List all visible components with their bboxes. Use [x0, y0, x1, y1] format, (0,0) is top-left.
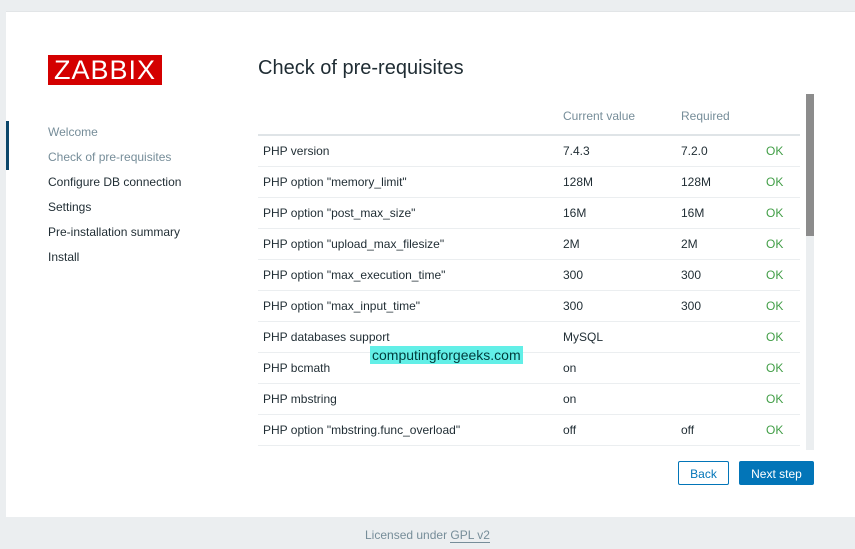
row-current-value: MySQL [558, 321, 676, 353]
table-row: PHP databases support MySQL OK [258, 321, 800, 353]
column-header-current: Current value [558, 97, 676, 136]
table-row: PHP version 7.4.3 7.2.0 OK [258, 135, 800, 167]
row-required-value: off [676, 414, 761, 446]
row-status: OK [761, 414, 800, 446]
page-title: Check of pre-requisites [258, 57, 464, 79]
row-status: OK [761, 352, 800, 384]
row-status: OK [761, 135, 800, 167]
footer-text: Licensed under [365, 528, 451, 542]
table-row: PHP option "max_input_time" 300 300 OK [258, 290, 800, 322]
table-row: PHP option "upload_max_filesize" 2M 2M OK [258, 228, 800, 260]
step-check-of-pre-requisites: Check of pre-requisites [6, 121, 206, 170]
row-required-value: 2M [676, 228, 761, 260]
back-button[interactable]: Back [678, 461, 729, 485]
setup-steps-nav: Welcome Check of pre-requisites Configure … [6, 120, 206, 270]
step-configure-db-connection: Configure DB connection [48, 175, 182, 189]
footer: Licensed under GPL v2 [0, 528, 855, 543]
row-name: PHP option "max_execution_time" [258, 259, 558, 291]
row-current-value: 300 [558, 290, 676, 322]
row-status: OK [761, 383, 800, 415]
row-status: OK [761, 228, 800, 260]
row-required-value [676, 383, 761, 415]
prerequisites-table: Current value Required PHP version 7.4.3 7… [258, 97, 800, 446]
table-row: PHP option "max_execution_time" 300 300 OK [258, 259, 800, 291]
step-settings: Settings [48, 200, 92, 214]
row-current-value: on [558, 352, 676, 384]
table-row: PHP bcmath on OK [258, 352, 800, 384]
zabbix-logo: ZABBIX [48, 55, 162, 85]
row-required-value [676, 352, 761, 384]
table-row: PHP mbstring on OK [258, 383, 800, 415]
table-row: PHP option "memory_limit" 128M 128M OK [258, 166, 800, 198]
scrollbar-thumb[interactable] [806, 94, 814, 236]
row-status: OK [761, 197, 800, 229]
row-status: OK [761, 166, 800, 198]
row-current-value: off [558, 414, 676, 446]
row-status: OK [761, 259, 800, 291]
row-status: OK [761, 290, 800, 322]
row-current-value: on [558, 383, 676, 415]
row-required-value: 16M [676, 197, 761, 229]
column-header-required: Required [676, 97, 761, 136]
step-pre-installation-summary: Pre-installation summary [48, 225, 181, 239]
watermark-label: computingforgeeks.com [370, 346, 523, 364]
row-name: PHP option "upload_max_filesize" [258, 228, 558, 260]
row-current-value: 128M [558, 166, 676, 198]
row-required-value: 7.2.0 [676, 135, 761, 167]
step-install: Install [48, 250, 80, 264]
column-header-name [258, 97, 558, 136]
row-name: PHP option "post_max_size" [258, 197, 558, 229]
row-required-value [676, 321, 761, 353]
table-scrollbar[interactable] [806, 94, 814, 450]
row-name: PHP option "mbstring.func_overload" [258, 414, 558, 446]
table-row: PHP option "post_max_size" 16M 16M OK [258, 197, 800, 229]
license-link[interactable]: GPL v2 [450, 528, 490, 543]
row-current-value: 300 [558, 259, 676, 291]
column-header-status [761, 97, 800, 136]
row-required-value: 300 [676, 259, 761, 291]
next-step-button[interactable]: Next step [739, 461, 814, 485]
row-name: PHP mbstring [258, 383, 558, 415]
table-header-row: Current value Required [258, 97, 800, 136]
step-welcome: Welcome [48, 125, 98, 139]
prerequisites-table-container[interactable]: Current value Required PHP version 7.4.3 7… [258, 97, 814, 450]
row-status: OK [761, 321, 800, 353]
row-current-value: 16M [558, 197, 676, 229]
row-name: PHP option "memory_limit" [258, 166, 558, 198]
row-required-value: 300 [676, 290, 761, 322]
row-name: PHP option "max_input_time" [258, 290, 558, 322]
row-current-value: 7.4.3 [558, 135, 676, 167]
setup-panel: ZABBIX Welcome Check of pre-requisites Con… [6, 11, 855, 517]
table-row: PHP option "mbstring.func_overload" off of… [258, 414, 800, 446]
row-current-value: 2M [558, 228, 676, 260]
row-required-value: 128M [676, 166, 761, 198]
row-name: PHP version [258, 135, 558, 167]
